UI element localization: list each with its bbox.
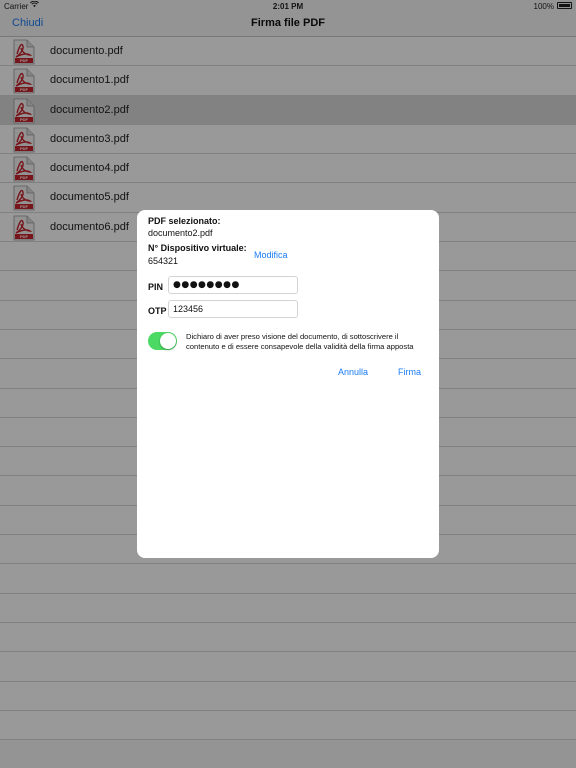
- otp-label: OTP: [148, 306, 167, 316]
- pin-field[interactable]: ●●●●●●●●: [168, 276, 298, 294]
- declaration-text: Dichiaro di aver preso visione del docum…: [186, 332, 414, 351]
- virtual-device-heading: N° Dispositivo virtuale:: [148, 243, 247, 253]
- otp-field[interactable]: 123456: [168, 300, 298, 318]
- declaration-toggle[interactable]: [148, 332, 177, 350]
- sign-button[interactable]: Firma: [398, 367, 421, 377]
- sign-dialog: PDF selezionato: documento2.pdf N° Dispo…: [137, 210, 439, 558]
- modify-button[interactable]: Modifica: [254, 250, 288, 260]
- toggle-knob: [160, 333, 176, 349]
- selected-pdf-heading: PDF selezionato:: [148, 216, 221, 226]
- cancel-button[interactable]: Annulla: [338, 367, 368, 377]
- selected-pdf-value: documento2.pdf: [148, 228, 213, 238]
- pin-label: PIN: [148, 282, 164, 292]
- virtual-device-value: 654321: [148, 256, 179, 266]
